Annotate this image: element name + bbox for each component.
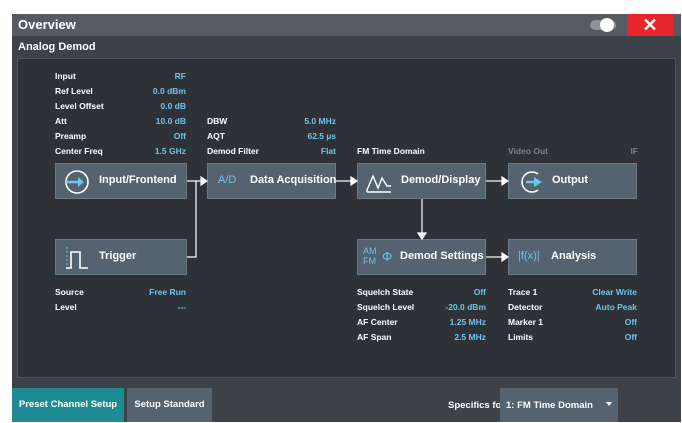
param-label-trace-1: Trace 1 [508, 287, 538, 297]
close-icon: ✕ [642, 15, 658, 35]
block-diagram-panel: Input RF Ref Level 0.0 dBm Level Offset … [17, 58, 676, 378]
close-button[interactable]: ✕ [627, 14, 673, 36]
bottom-toolbar: Preset Channel Setup Setup Standard Spec… [12, 388, 681, 422]
param-value-af-center: 1.25 MHz [449, 317, 486, 327]
param-label-level: Level [55, 302, 77, 312]
title-bar: Overview ✕ [12, 14, 681, 36]
param-value-af-span: 2.5 MHz [454, 332, 486, 342]
param-value-marker-1: Off [624, 317, 637, 327]
param-value-squelch-level: -20.0 dBm [445, 302, 486, 312]
param-value-trace-1: Clear Write [592, 287, 637, 297]
section-title: Analog Demod [18, 41, 96, 53]
preset-channel-setup-button[interactable]: Preset Channel Setup [12, 388, 124, 422]
flow-connectors [187, 175, 510, 263]
param-label-detector: Detector [508, 302, 543, 312]
param-label-af-span: AF Span [357, 332, 392, 342]
param-value-level: --- [177, 302, 187, 312]
specifics-value: 1: FM Time Domain [506, 400, 593, 411]
param-label-squelch-level: Squelch Level [357, 302, 415, 312]
param-value-squelch-state: Off [473, 287, 486, 297]
param-value-source: Free Run [149, 287, 186, 297]
toggle-knob [600, 18, 614, 32]
param-label-source: Source [55, 287, 84, 297]
specifics-for-label: Specifics for [448, 400, 506, 411]
param-value-limits: Off [624, 332, 637, 342]
param-label-limits: Limits [508, 332, 534, 342]
param-label-marker-1: Marker 1 [508, 317, 543, 327]
overview-window: Overview ✕ Analog Demod Input RF Ref Lev… [12, 14, 681, 422]
chevron-down-icon [606, 402, 612, 406]
param-label-squelch-state: Squelch State [357, 287, 414, 297]
param-value-detector: Auto Peak [595, 302, 637, 312]
setup-standard-button[interactable]: Setup Standard [127, 388, 212, 422]
param-label-af-center: AF Center [357, 317, 398, 327]
specifics-dropdown[interactable]: 1: FM Time Domain [500, 388, 618, 422]
display-toggle[interactable] [590, 18, 618, 32]
window-title: Overview [18, 17, 76, 32]
